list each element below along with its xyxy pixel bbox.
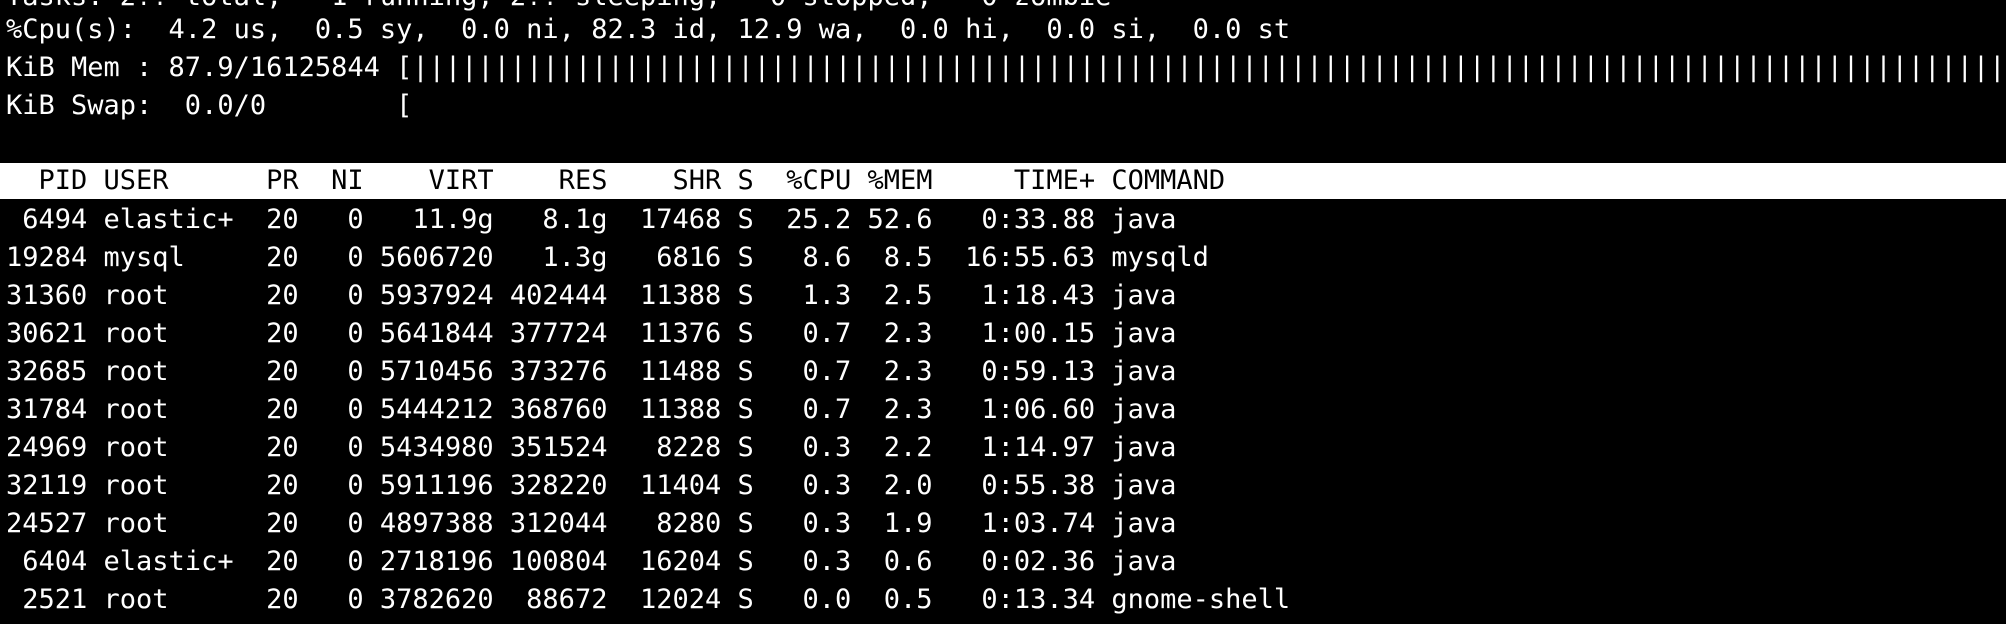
process-row: 30621 root 20 0 5641844 377724 11376 S 0…	[0, 315, 2006, 353]
process-row-text: 30621 root 20 0 5641844 377724 11376 S 0…	[6, 318, 1177, 349]
process-row: 24527 root 20 0 4897388 312044 8280 S 0.…	[0, 505, 2006, 543]
process-row: 6494 elastic+ 20 0 11.9g 8.1g 17468 S 25…	[0, 201, 2006, 239]
process-row-text: 6494 elastic+ 20 0 11.9g 8.1g 17468 S 25…	[6, 204, 1177, 235]
process-row-text: 2521 root 20 0 3782620 88672 12024 S 0.0…	[6, 584, 1291, 615]
process-row-text: 24969 root 20 0 5434980 351524 8228 S 0.…	[6, 432, 1177, 463]
memory-summary-line: KiB Mem : 87.9/16125844 [|||||||||||||||…	[6, 52, 2006, 83]
process-row-text: 6404 elastic+ 20 0 2718196 100804 16204 …	[6, 546, 1177, 577]
process-row: 32685 root 20 0 5710456 373276 11488 S 0…	[0, 353, 2006, 391]
cpu-summary-line: %Cpu(s): 4.2 us, 0.5 sy, 0.0 ni, 82.3 id…	[6, 14, 1291, 45]
process-row-text: 32119 root 20 0 5911196 328220 11404 S 0…	[6, 470, 1177, 501]
process-row: 2521 root 20 0 3782620 88672 12024 S 0.0…	[0, 581, 2006, 619]
process-row-text: 31784 root 20 0 5444212 368760 11388 S 0…	[6, 394, 1177, 425]
process-row-text: 32685 root 20 0 5710456 373276 11488 S 0…	[6, 356, 1177, 387]
process-row-text: 19284 mysql 20 0 5606720 1.3g 6816 S 8.6…	[6, 242, 1209, 273]
process-row: 31360 root 20 0 5937924 402444 11388 S 1…	[0, 277, 2006, 315]
process-row: 6404 elastic+ 20 0 2718196 100804 16204 …	[0, 543, 2006, 581]
process-table-header: PID USER PR NI VIRT RES SHR S %CPU %MEM …	[0, 163, 2006, 199]
process-table-header-text: PID USER PR NI VIRT RES SHR S %CPU %MEM …	[6, 165, 1226, 196]
process-row: 19284 mysql 20 0 5606720 1.3g 6816 S 8.6…	[0, 239, 2006, 277]
terminal-window[interactable]: Tasks: 2?? total, 1 running, 2?? sleepin…	[0, 0, 2006, 624]
process-row-text: 24527 root 20 0 4897388 312044 8280 S 0.…	[6, 508, 1177, 539]
process-table-body: 6494 elastic+ 20 0 11.9g 8.1g 17468 S 25…	[0, 201, 2006, 619]
process-row: 31784 root 20 0 5444212 368760 11388 S 0…	[0, 391, 2006, 429]
swap-summary-line: KiB Swap: 0.0/0 [	[6, 90, 413, 121]
process-row: 32119 root 20 0 5911196 328220 11404 S 0…	[0, 467, 2006, 505]
process-row: 24969 root 20 0 5434980 351524 8228 S 0.…	[0, 429, 2006, 467]
process-row-text: 31360 root 20 0 5937924 402444 11388 S 1…	[6, 280, 1177, 311]
